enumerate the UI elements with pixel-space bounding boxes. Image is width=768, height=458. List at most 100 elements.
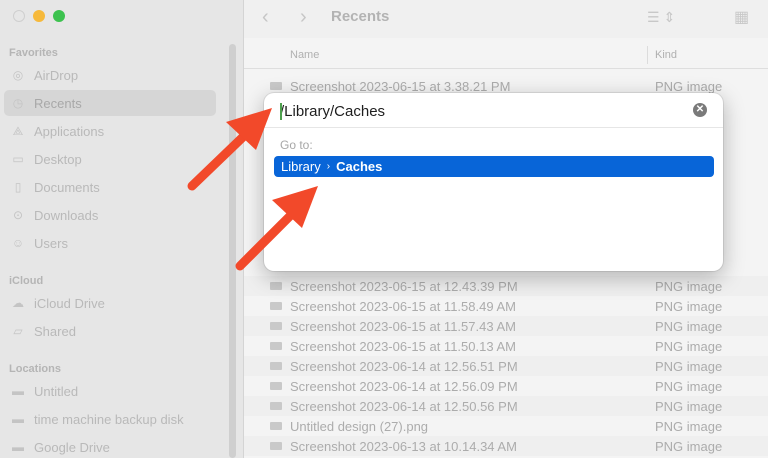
table-row[interactable]: Screenshot 2023-06-13 at 10.14.34 AM PNG… xyxy=(244,436,768,456)
disk-icon: ▬ xyxy=(12,412,24,426)
table-row[interactable]: Screenshot 2023-06-14 at 12.56.51 PM PNG… xyxy=(244,356,768,376)
path-input[interactable] xyxy=(280,100,680,122)
text-caret xyxy=(280,103,282,120)
image-file-icon xyxy=(270,362,282,370)
table-row[interactable]: Screenshot 2023-06-15 at 12.43.39 PM PNG… xyxy=(244,276,768,296)
file-kind: PNG image xyxy=(655,378,723,394)
table-row[interactable]: Screenshot 2023-06-15 at 11.58.49 AM PNG… xyxy=(244,296,768,316)
file-name: Screenshot 2023-06-15 at 11.50.13 AM xyxy=(290,338,516,354)
finder-window: Favorites ◎ AirDrop ◷ Recents ⟁ Applicat… xyxy=(0,0,768,458)
sidebar-item-downloads[interactable]: ⊙ Downloads xyxy=(4,202,216,228)
suggestion-child: Caches xyxy=(336,159,383,174)
file-kind: PNG image xyxy=(655,358,723,374)
file-kind: PNG image xyxy=(655,298,723,314)
image-file-icon xyxy=(270,402,282,410)
download-icon: ⊙ xyxy=(12,208,24,222)
document-icon: ▯ xyxy=(14,180,22,194)
sidebar-item-label: Downloads xyxy=(34,207,99,223)
file-name: Screenshot 2023-06-15 at 11.58.49 AM xyxy=(290,298,516,314)
image-file-icon xyxy=(270,322,282,330)
file-name: Screenshot 2023-06-15 at 12.43.39 PM xyxy=(290,278,518,294)
sidebar-scrollbar[interactable] xyxy=(229,44,236,458)
file-name: Screenshot 2023-06-14 at 12.50.56 PM xyxy=(290,398,518,414)
sidebar-item-label: Users xyxy=(34,235,68,251)
file-kind: PNG image xyxy=(655,318,723,334)
file-kind: PNG image xyxy=(655,398,723,414)
sidebar-item-airdrop[interactable]: ◎ AirDrop xyxy=(4,62,216,88)
file-kind: PNG image xyxy=(655,78,723,94)
sidebar-section-locations: Locations xyxy=(9,363,61,375)
table-row[interactable]: Screenshot 2023-06-14 at 12.56.09 PM PNG… xyxy=(244,376,768,396)
sidebar-item-label: Desktop xyxy=(34,151,82,167)
applications-icon: ⟁ xyxy=(12,123,24,138)
desktop-icon: ▭ xyxy=(12,152,24,166)
file-name: Screenshot 2023-06-14 at 12.56.51 PM xyxy=(290,358,518,374)
cloud-icon: ☁ xyxy=(12,296,24,310)
file-name: Untitled design (27).png xyxy=(290,418,429,434)
sidebar-item-applications[interactable]: ⟁ Applications xyxy=(4,118,216,144)
file-kind: PNG image xyxy=(655,278,723,294)
zoom-window-button[interactable] xyxy=(53,10,65,22)
file-name: Screenshot 2023-06-15 at 11.57.43 AM xyxy=(290,318,516,334)
table-row[interactable]: Untitled design (27).png PNG image xyxy=(244,416,768,436)
table-row[interactable]: Screenshot 2023-06-15 at 11.50.13 AM PNG… xyxy=(244,336,768,356)
sidebar-item-google-drive[interactable]: ▬ Google Drive xyxy=(4,434,216,458)
column-header-name[interactable]: Name xyxy=(290,49,319,61)
clock-icon: ◷ xyxy=(12,96,24,110)
back-button[interactable]: ‹ xyxy=(262,6,269,29)
sidebar-item-untitled[interactable]: ▬ Untitled xyxy=(4,378,216,404)
image-file-icon xyxy=(270,422,282,430)
file-kind: PNG image xyxy=(655,418,723,434)
sidebar-section-favorites: Favorites xyxy=(9,47,58,59)
sidebar-item-label: time machine backup disk xyxy=(34,411,184,427)
shared-folder-icon: ▱ xyxy=(13,324,23,338)
disk-icon: ▬ xyxy=(12,384,24,398)
column-header-kind[interactable]: Kind xyxy=(655,49,677,61)
sidebar-item-label: AirDrop xyxy=(34,67,79,83)
goto-label: Go to: xyxy=(280,138,313,152)
image-file-icon xyxy=(270,82,282,90)
table-row[interactable]: Screenshot 2023-06-15 at 11.57.43 AM PNG… xyxy=(244,316,768,336)
go-to-folder-dialog: ✕ Go to: Library › Caches xyxy=(264,93,723,271)
sidebar-item-label: Documents xyxy=(34,179,100,195)
list-header: Name Kind xyxy=(244,44,768,69)
chevron-right-icon: › xyxy=(326,161,331,172)
image-file-icon xyxy=(270,282,282,290)
sidebar-item-recents[interactable]: ◷ Recents xyxy=(4,90,216,116)
disk-icon: ▬ xyxy=(12,440,24,454)
file-kind: PNG image xyxy=(655,438,723,454)
sidebar-item-label: iCloud Drive xyxy=(34,295,105,311)
file-name: Screenshot 2023-06-15 at 3.38.21 PM xyxy=(290,78,511,94)
sidebar: Favorites ◎ AirDrop ◷ Recents ⟁ Applicat… xyxy=(0,0,244,458)
column-divider[interactable] xyxy=(647,46,648,64)
sidebar-item-label: Recents xyxy=(34,95,82,111)
sidebar-item-desktop[interactable]: ▭ Desktop xyxy=(4,146,216,172)
sidebar-item-icloud-drive[interactable]: ☁ iCloud Drive xyxy=(4,290,216,316)
grid-view-icon[interactable]: ▦ xyxy=(734,7,749,27)
sidebar-item-label: Shared xyxy=(34,323,76,339)
image-file-icon xyxy=(270,342,282,350)
table-row[interactable]: Screenshot 2023-06-14 at 12.50.56 PM PNG… xyxy=(244,396,768,416)
sidebar-item-time-machine[interactable]: ▬ time machine backup disk xyxy=(4,406,216,432)
path-suggestion[interactable]: Library › Caches xyxy=(274,156,714,177)
user-icon: ☺ xyxy=(11,236,25,250)
minimize-window-button[interactable] xyxy=(33,10,45,22)
sidebar-item-shared[interactable]: ▱ Shared xyxy=(4,318,216,344)
window-title: Recents xyxy=(331,8,390,25)
file-kind: PNG image xyxy=(655,338,723,354)
image-file-icon xyxy=(270,382,282,390)
sidebar-item-label: Google Drive xyxy=(34,439,110,455)
forward-button[interactable]: › xyxy=(300,6,307,29)
sidebar-item-label: Applications xyxy=(34,123,105,139)
sidebar-item-documents[interactable]: ▯ Documents xyxy=(4,174,216,200)
toolbar: ‹ › Recents ☰ ⇕ ▦ xyxy=(244,0,768,38)
image-file-icon xyxy=(270,442,282,450)
list-view-icon[interactable]: ☰ ⇕ xyxy=(647,9,675,26)
file-name: Screenshot 2023-06-14 at 12.56.09 PM xyxy=(290,378,518,394)
file-name: Screenshot 2023-06-13 at 10.14.34 AM xyxy=(290,438,517,454)
clear-icon[interactable]: ✕ xyxy=(693,103,707,117)
sidebar-item-users[interactable]: ☺ Users xyxy=(4,230,216,256)
airdrop-icon: ◎ xyxy=(12,68,24,82)
close-window-button[interactable] xyxy=(13,10,25,22)
window-controls xyxy=(13,10,65,22)
